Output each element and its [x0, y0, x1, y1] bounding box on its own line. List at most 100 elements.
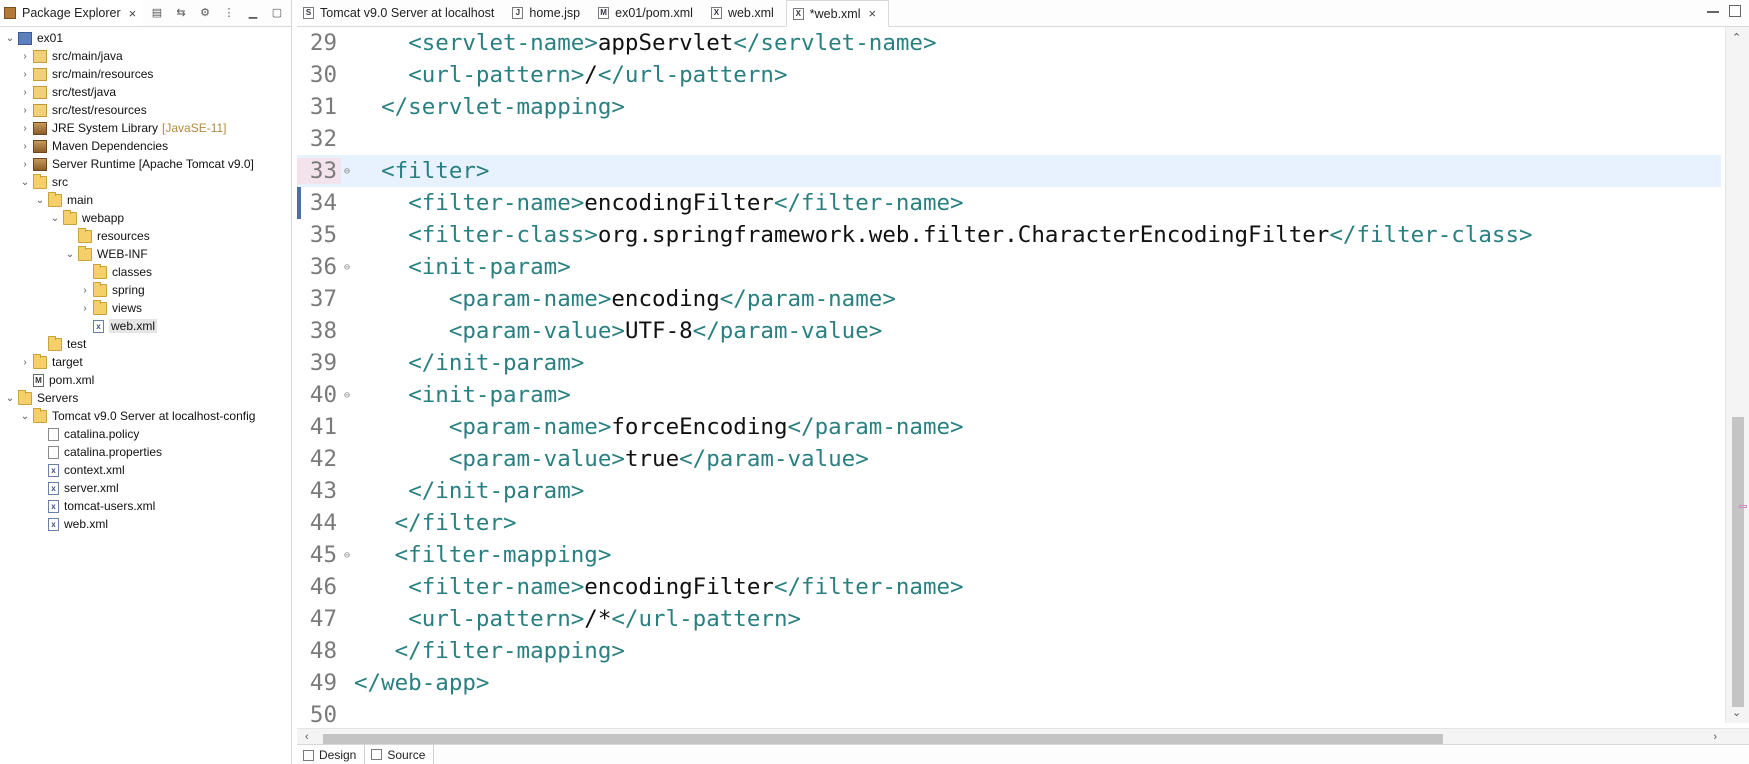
- tree-item[interactable]: ⌄ Tomcat v9.0 Server at localhost-config: [0, 407, 291, 425]
- chevron-right-icon[interactable]: ›: [19, 158, 31, 170]
- code-line[interactable]: 30 <url-pattern>/</url-pattern>: [297, 59, 1721, 91]
- tree-item[interactable]: x web.xml: [0, 317, 291, 335]
- code-line[interactable]: 38 <param-value>UTF-8</param-value>: [297, 315, 1721, 347]
- code-line[interactable]: 39 </init-param>: [297, 347, 1721, 379]
- tree-item[interactable]: ⌄ src: [0, 173, 291, 191]
- chevron-down-icon[interactable]: ⌄: [19, 410, 31, 422]
- tree-item[interactable]: › src/main/resources: [0, 65, 291, 83]
- code-line[interactable]: 41 <param-name>forceEncoding</param-name…: [297, 411, 1721, 443]
- editor-tab-label: Tomcat v9.0 Server at localhost: [320, 6, 495, 20]
- code-line[interactable]: 49 </web-app>: [297, 667, 1721, 699]
- code-line[interactable]: 43 </init-param>: [297, 475, 1721, 507]
- minimize-icon[interactable]: ▁: [245, 4, 261, 20]
- tree-item[interactable]: catalina.policy: [0, 425, 291, 443]
- scroll-down-icon[interactable]: ⌄: [1732, 706, 1741, 719]
- editor-tab[interactable]: X *web.xml ×: [785, 0, 890, 27]
- chevron-down-icon[interactable]: ⌄: [49, 212, 61, 224]
- tree-item[interactable]: ⌄ main: [0, 191, 291, 209]
- tree-item[interactable]: ⌄ WEB-INF: [0, 245, 291, 263]
- fold-icon[interactable]: ⊖: [341, 390, 353, 401]
- tree-item[interactable]: › Maven Dependencies: [0, 137, 291, 155]
- editor-tab[interactable]: Jhome.jsp: [506, 0, 592, 26]
- chevron-right-icon[interactable]: ›: [79, 284, 91, 296]
- vertical-scroll-thumb[interactable]: [1732, 417, 1744, 707]
- chevron-down-icon[interactable]: ⌄: [64, 248, 76, 260]
- chevron-right-icon[interactable]: ›: [19, 68, 31, 80]
- code-line[interactable]: 31 </servlet-mapping>: [297, 91, 1721, 123]
- tree-item[interactable]: › target: [0, 353, 291, 371]
- tree-item[interactable]: x tomcat-users.xml: [0, 497, 291, 515]
- chevron-right-icon[interactable]: ›: [19, 50, 31, 62]
- tree-item[interactable]: › src/test/java: [0, 83, 291, 101]
- tree-item[interactable]: › src/main/java: [0, 47, 291, 65]
- minimize-icon[interactable]: [1707, 5, 1719, 13]
- chevron-right-icon[interactable]: ›: [19, 356, 31, 368]
- collapse-all-icon[interactable]: ▤: [149, 4, 165, 20]
- tree-item[interactable]: x server.xml: [0, 479, 291, 497]
- chevron-right-icon[interactable]: ›: [19, 122, 31, 134]
- tree-item[interactable]: resources: [0, 227, 291, 245]
- chevron-down-icon[interactable]: ⌄: [4, 392, 16, 404]
- code-line[interactable]: 33 ⊖ <filter>: [297, 155, 1721, 187]
- maximize-icon[interactable]: [1729, 5, 1741, 17]
- tree-item[interactable]: Mpom.xml: [0, 371, 291, 389]
- close-icon[interactable]: ×: [869, 6, 877, 21]
- chevron-right-icon[interactable]: ›: [79, 302, 91, 314]
- vertical-scrollbar[interactable]: ⌃ ⌄: [1725, 27, 1749, 723]
- tree-item[interactable]: ⌄ ex01: [0, 29, 291, 47]
- code-line[interactable]: 37 <param-name>encoding</param-name>: [297, 283, 1721, 315]
- chevron-right-icon[interactable]: ›: [19, 140, 31, 152]
- view-menu-icon[interactable]: ⋮: [221, 4, 237, 20]
- scroll-up-icon[interactable]: ⌃: [1732, 31, 1741, 44]
- code-line[interactable]: 40 ⊖ <init-param>: [297, 379, 1721, 411]
- horizontal-scroll-thumb[interactable]: [323, 734, 1443, 744]
- scroll-left-icon[interactable]: ‹: [305, 731, 309, 743]
- code-line[interactable]: 36 ⊖ <init-param>: [297, 251, 1721, 283]
- code-line[interactable]: 44 </filter>: [297, 507, 1721, 539]
- maximize-icon[interactable]: ▢: [269, 4, 285, 20]
- tree-item[interactable]: x context.xml: [0, 461, 291, 479]
- chevron-down-icon[interactable]: ⌄: [19, 176, 31, 188]
- fold-icon[interactable]: ⊖: [341, 166, 353, 177]
- chevron-right-icon[interactable]: ›: [19, 86, 31, 98]
- code-line[interactable]: 32: [297, 123, 1721, 155]
- tree-item[interactable]: catalina.properties: [0, 443, 291, 461]
- link-with-editor-icon[interactable]: ⇆: [173, 4, 189, 20]
- tree-item[interactable]: › Server Runtime [Apache Tomcat v9.0]: [0, 155, 291, 173]
- tree-item[interactable]: › views: [0, 299, 291, 317]
- tree-item[interactable]: › src/test/resources: [0, 101, 291, 119]
- close-icon[interactable]: ×: [129, 6, 137, 21]
- editor-tab[interactable]: Xweb.xml: [705, 0, 786, 26]
- code-line[interactable]: 50: [297, 699, 1721, 723]
- chevron-right-icon[interactable]: ›: [19, 104, 31, 116]
- tree-item[interactable]: ⌄ webapp: [0, 209, 291, 227]
- fold-icon[interactable]: ⊖: [341, 262, 353, 273]
- chevron-down-icon[interactable]: ⌄: [34, 194, 46, 206]
- tab-source[interactable]: Source: [364, 745, 435, 764]
- tree-item[interactable]: › spring: [0, 281, 291, 299]
- code-line[interactable]: 46 <filter-name>encodingFilter</filter-n…: [297, 571, 1721, 603]
- code-line[interactable]: 35 <filter-class>org.springframework.web…: [297, 219, 1721, 251]
- code-line[interactable]: 29 <servlet-name>appServlet</servlet-nam…: [297, 27, 1721, 59]
- source-editor[interactable]: 29 <servlet-name>appServlet</servlet-nam…: [297, 27, 1721, 723]
- tree-item[interactable]: x web.xml: [0, 515, 291, 533]
- scroll-right-icon[interactable]: ›: [1713, 731, 1717, 743]
- tree-item[interactable]: test: [0, 335, 291, 353]
- editor-tab[interactable]: S Tomcat v9.0 Server at localhost: [297, 0, 506, 26]
- editor-tab[interactable]: Mex01/pom.xml: [592, 0, 705, 26]
- tree-item[interactable]: ⌄ Servers: [0, 389, 291, 407]
- fold-icon[interactable]: ⊖: [341, 550, 353, 561]
- filter-icon[interactable]: ⚙: [197, 4, 213, 20]
- code-line[interactable]: 42 <param-value>true</param-value>: [297, 443, 1721, 475]
- code-line[interactable]: 34 <filter-name>encodingFilter</filter-n…: [297, 187, 1721, 219]
- code-line[interactable]: 45 ⊖ <filter-mapping>: [297, 539, 1721, 571]
- code-line[interactable]: 48 </filter-mapping>: [297, 635, 1721, 667]
- tree-item[interactable]: › JRE System Library [JavaSE-11]: [0, 119, 291, 137]
- chevron-down-icon[interactable]: ⌄: [4, 32, 16, 44]
- xml-tag: <filter-name>: [408, 574, 585, 600]
- xml-tag: </filter-class>: [1329, 222, 1533, 248]
- code-line[interactable]: 47 <url-pattern>/*</url-pattern>: [297, 603, 1721, 635]
- tree-item[interactable]: classes: [0, 263, 291, 281]
- tab-package-explorer[interactable]: Package Explorer ×: [0, 0, 143, 26]
- tab-design[interactable]: Design: [297, 745, 364, 764]
